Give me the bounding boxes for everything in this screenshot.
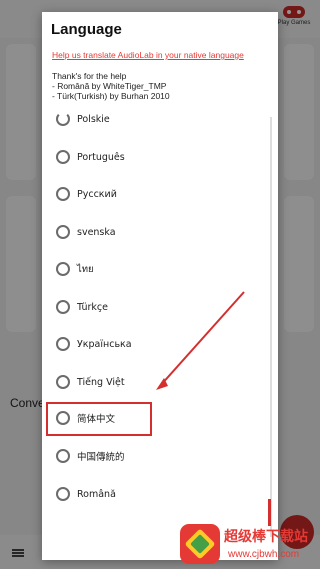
radio-button-icon[interactable] [56,300,70,314]
language-option-label: Română [77,488,116,500]
language-option-label: Tiếng Việt [77,376,125,388]
watermark-url: www.cjbwh.com [228,549,300,560]
language-option-label: Português [77,151,125,163]
radio-button-icon[interactable] [56,150,70,164]
watermark-logo-icon [180,524,220,564]
language-option-russian[interactable]: Русский [42,180,266,208]
radio-button-icon[interactable] [56,112,70,126]
watermark: 超级棒下载站 www.cjbwh.com [178,520,320,569]
radio-button-icon[interactable] [56,375,70,389]
language-option-label: 中国傳統的 [77,452,125,463]
language-option-label: Türkçe [77,301,108,313]
dialog-title: Language [51,21,122,38]
language-option-ukrainian[interactable]: Українська [42,330,266,358]
language-option-label: ไทย [77,263,94,275]
radio-button-icon[interactable] [56,187,70,201]
radio-button-icon[interactable] [56,487,70,501]
language-option-traditional-chinese[interactable]: 中国傳統的 [42,442,266,470]
credits-text: Thank's for the help - Română by WhiteTi… [52,71,170,101]
credits-line: - Türk(Turkish) by Burhan 2010 [52,91,170,101]
highlight-box [46,402,152,436]
language-option-label: Русский [77,188,117,200]
radio-button-icon[interactable] [56,225,70,239]
credits-line: - Română by WhiteTiger_TMP [52,81,167,91]
language-option-swedish[interactable]: svenska [42,218,266,246]
language-option-polish[interactable]: Polskie [42,112,266,133]
language-option-vietnamese[interactable]: Tiếng Việt [42,368,266,396]
radio-button-icon[interactable] [56,449,70,463]
radio-button-icon[interactable] [56,337,70,351]
scrollbar-track[interactable] [270,117,272,537]
watermark-name: 超级棒下载站 [224,529,308,545]
language-option-romanian[interactable]: Română [42,480,266,508]
language-option-turkish[interactable]: Türkçe [42,293,266,321]
language-option-label: svenska [77,226,116,238]
language-option-thai[interactable]: ไทย [42,255,266,283]
radio-button-icon[interactable] [56,262,70,276]
language-option-label: Українська [77,338,132,350]
language-dialog: Language Help us translate AudioLab in y… [42,12,278,560]
translate-help-link[interactable]: Help us translate AudioLab in your nativ… [52,50,244,60]
language-option-portuguese[interactable]: Português [42,143,266,171]
credits-line: Thank's for the help [52,71,127,81]
language-option-label: Polskie [77,113,110,125]
language-list[interactable]: Polskie Português Русский svenska ไทย Tü… [42,112,278,512]
